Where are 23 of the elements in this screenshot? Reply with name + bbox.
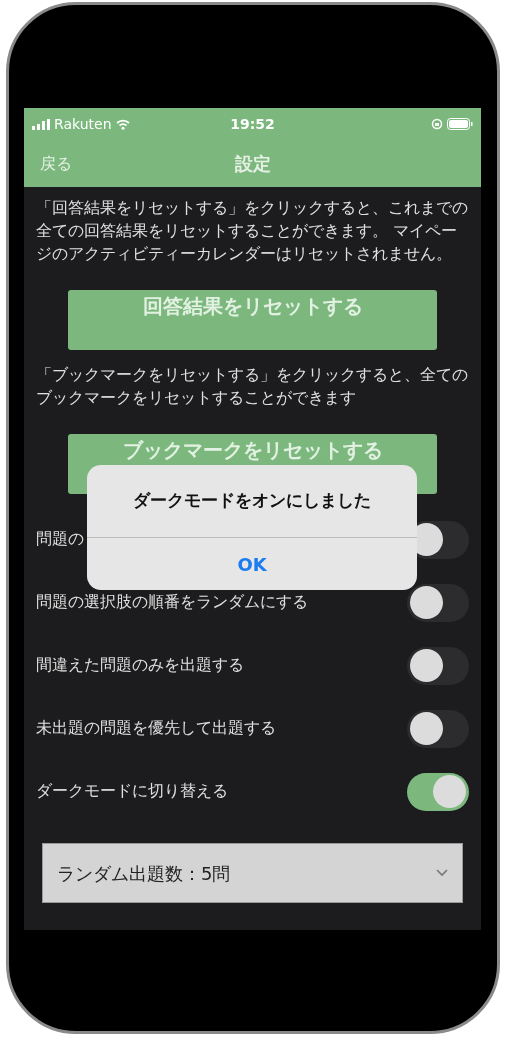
toggle-label: 未出題の問題を優先して出題する bbox=[36, 717, 276, 739]
description-text: 「ブックマークをリセットする」をクリックすると、全てのブックマークをリセットすることができます bbox=[36, 365, 469, 409]
toggle-switch[interactable] bbox=[407, 709, 469, 748]
nav-title: 設定 bbox=[234, 152, 271, 176]
reset-button[interactable]: 回答結果をリセットする bbox=[68, 290, 437, 350]
toggle-label: 問題の bbox=[36, 528, 84, 550]
dropdown-select[interactable]: ランダム出題数：5問 bbox=[42, 843, 463, 903]
toggle-switch[interactable] bbox=[407, 646, 469, 685]
chevron-down-icon bbox=[436, 869, 448, 877]
ok-button[interactable]: OK bbox=[87, 538, 417, 590]
signal-icon bbox=[32, 118, 50, 130]
wifi-icon bbox=[115, 118, 130, 130]
toggle-switch[interactable] bbox=[407, 583, 469, 622]
description-text: 「回答結果をリセットする」をクリックすると、これまでの全ての回答結果をリセットすることができます。 マイページのアクティビティーカレンダーはリセットされません。 bbox=[36, 198, 469, 265]
carrier-name: Rakuten bbox=[54, 114, 112, 134]
back-button[interactable]: 戻る bbox=[40, 151, 72, 176]
toggle-switch[interactable] bbox=[407, 772, 469, 811]
toggle-label: 間違えた問題のみを出題する bbox=[36, 654, 244, 676]
battery-icon bbox=[447, 118, 473, 130]
status-time: 19:52 bbox=[229, 114, 276, 134]
rotation-lock-icon bbox=[431, 118, 443, 130]
toggle-label: 問題の選択肢の順番をランダムにする bbox=[36, 591, 308, 613]
toggle-label: ダークモードに切り替える bbox=[36, 780, 228, 802]
